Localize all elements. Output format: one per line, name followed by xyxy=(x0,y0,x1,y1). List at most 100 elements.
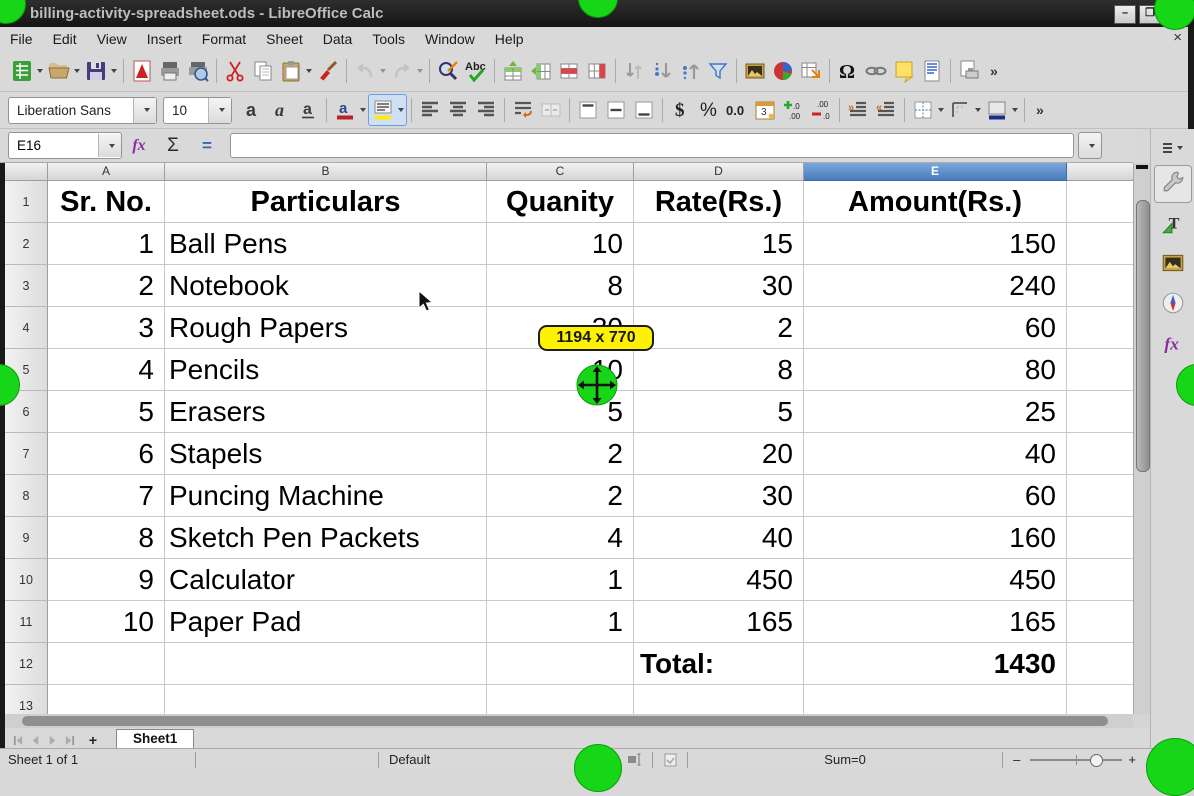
cell-B6[interactable]: Erasers xyxy=(165,391,487,433)
align-bottom-button[interactable] xyxy=(630,95,658,125)
last-sheet-button[interactable] xyxy=(61,732,78,748)
menu-data[interactable]: Data xyxy=(313,28,363,51)
cell-C3[interactable]: 8 xyxy=(487,265,634,307)
menu-tools[interactable]: Tools xyxy=(362,28,415,51)
date-format-button[interactable]: 3 xyxy=(751,95,779,125)
sidebar-gallery-button[interactable] xyxy=(1155,247,1191,283)
cell-B7[interactable]: Stapels xyxy=(165,433,487,475)
cell-filler[interactable] xyxy=(1067,223,1133,265)
zoom-slider[interactable] xyxy=(1030,759,1122,761)
menu-help[interactable]: Help xyxy=(485,28,534,51)
cell-filler[interactable] xyxy=(1067,391,1133,433)
special-character-button[interactable]: Ω xyxy=(834,56,862,86)
insert-chart-button[interactable] xyxy=(769,56,797,86)
save-button[interactable] xyxy=(82,56,119,86)
chevron-down-icon[interactable] xyxy=(398,108,404,112)
indent-decrease-button[interactable]: « xyxy=(872,95,900,125)
bold-button[interactable]: a xyxy=(238,95,266,125)
cell-filler[interactable] xyxy=(1067,349,1133,391)
cell-D12[interactable]: Total: xyxy=(634,643,804,685)
print-preview-button[interactable] xyxy=(184,56,212,86)
column-header-E[interactable]: E xyxy=(804,163,1067,181)
cell-A4[interactable]: 3 xyxy=(48,307,165,349)
undo-button[interactable] xyxy=(351,56,388,86)
redo-button[interactable] xyxy=(388,56,425,86)
close-document-button[interactable]: × xyxy=(1173,29,1182,46)
row-header-12[interactable]: 12 xyxy=(5,643,48,685)
currency-button[interactable]: $ xyxy=(667,95,695,125)
cell-E6[interactable]: 25 xyxy=(804,391,1067,433)
chevron-down-icon[interactable] xyxy=(74,69,80,73)
define-print-area-button[interactable] xyxy=(955,56,983,86)
cell-B8[interactable]: Puncing Machine xyxy=(165,475,487,517)
add-sheet-button[interactable]: + xyxy=(84,732,102,748)
chevron-down-icon[interactable] xyxy=(938,108,944,112)
cell-C13[interactable] xyxy=(487,685,634,714)
cell-A8[interactable]: 7 xyxy=(48,475,165,517)
cell-A6[interactable]: 5 xyxy=(48,391,165,433)
sidebar-styles-button[interactable]: T xyxy=(1155,207,1191,243)
font-size-combo[interactable]: 10 xyxy=(163,97,232,124)
cell-filler[interactable] xyxy=(1067,181,1133,223)
align-vcenter-button[interactable] xyxy=(602,95,630,125)
paste-button[interactable] xyxy=(277,56,314,86)
cell-E2[interactable]: 150 xyxy=(804,223,1067,265)
align-right-button[interactable] xyxy=(472,95,500,125)
cell-B9[interactable]: Sketch Pen Packets xyxy=(165,517,487,559)
cell-D8[interactable]: 30 xyxy=(634,475,804,517)
print-button[interactable] xyxy=(156,56,184,86)
chevron-down-icon[interactable] xyxy=(98,134,121,157)
menu-file[interactable]: File xyxy=(0,28,43,51)
delete-row-button[interactable] xyxy=(555,56,583,86)
cell-filler[interactable] xyxy=(1067,601,1133,643)
function-wizard-button[interactable]: fx xyxy=(126,137,152,155)
align-top-button[interactable] xyxy=(574,95,602,125)
vertical-scrollbar[interactable] xyxy=(1133,163,1150,714)
hyperlink-button[interactable] xyxy=(862,56,890,86)
horizontal-scrollbar-thumb[interactable] xyxy=(22,716,1108,726)
zoom-out-button[interactable]: – xyxy=(1003,749,1024,770)
cell-A13[interactable] xyxy=(48,685,165,714)
first-sheet-button[interactable] xyxy=(10,732,27,748)
cell-C11[interactable]: 1 xyxy=(487,601,634,643)
name-box[interactable]: E16 xyxy=(8,132,122,159)
menu-view[interactable]: View xyxy=(87,28,137,51)
cell-A5[interactable]: 4 xyxy=(48,349,165,391)
row-header-11[interactable]: 11 xyxy=(5,601,48,643)
insert-comment-button[interactable] xyxy=(890,56,918,86)
export-pdf-button[interactable] xyxy=(128,56,156,86)
cell-filler[interactable] xyxy=(1067,475,1133,517)
cell-E10[interactable]: 450 xyxy=(804,559,1067,601)
cell-A1[interactable]: Sr. No. xyxy=(48,181,165,223)
cell-C2[interactable]: 10 xyxy=(487,223,634,265)
menu-insert[interactable]: Insert xyxy=(137,28,192,51)
zoom-slider-handle[interactable] xyxy=(1090,754,1103,767)
cell-E1[interactable]: Amount(Rs.) xyxy=(804,181,1067,223)
cell-E9[interactable]: 160 xyxy=(804,517,1067,559)
cell-E7[interactable]: 40 xyxy=(804,433,1067,475)
indent-increase-button[interactable]: » xyxy=(844,95,872,125)
zoom-in-button[interactable]: + xyxy=(1128,749,1144,770)
cell-D5[interactable]: 8 xyxy=(634,349,804,391)
cell-B13[interactable] xyxy=(165,685,487,714)
cell-E13[interactable] xyxy=(804,685,1067,714)
add-decimal-button[interactable]: .0.00 xyxy=(779,95,807,125)
cell-D13[interactable] xyxy=(634,685,804,714)
align-left-button[interactable] xyxy=(416,95,444,125)
row-header-2[interactable]: 2 xyxy=(5,223,48,265)
cell-D11[interactable]: 165 xyxy=(634,601,804,643)
cell-filler[interactable] xyxy=(1067,433,1133,475)
cell-A7[interactable]: 6 xyxy=(48,433,165,475)
cell-filler[interactable] xyxy=(1067,643,1133,685)
cell-A2[interactable]: 1 xyxy=(48,223,165,265)
column-header-A[interactable]: A xyxy=(48,163,165,181)
insert-pivot-table-button[interactable] xyxy=(797,56,825,86)
cell-E5[interactable]: 80 xyxy=(804,349,1067,391)
sort-descending-button[interactable] xyxy=(676,56,704,86)
select-all-corner[interactable] xyxy=(5,163,48,181)
cell-A10[interactable]: 9 xyxy=(48,559,165,601)
merge-cells-button[interactable] xyxy=(537,95,565,125)
cell-D1[interactable]: Rate(Rs.) xyxy=(634,181,804,223)
vertical-scrollbar-thumb[interactable] xyxy=(1136,200,1150,472)
formula-input[interactable] xyxy=(230,133,1074,158)
